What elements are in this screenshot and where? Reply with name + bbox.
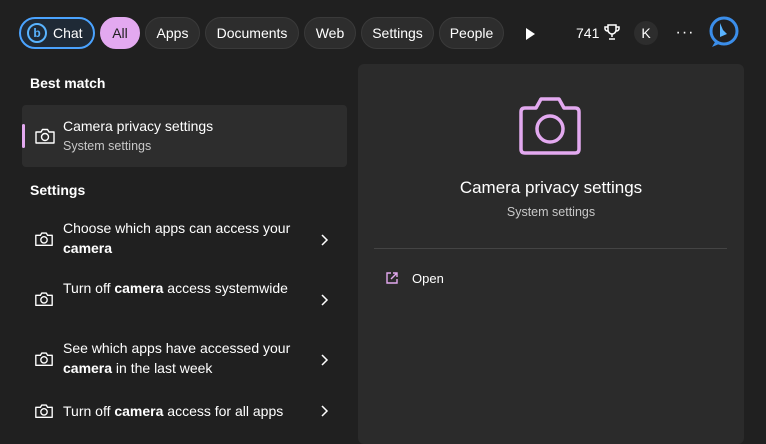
search-filter-bar: b Chat All Apps Documents Web Settings P… xyxy=(0,0,766,64)
all-filter-button[interactable]: All xyxy=(100,17,140,49)
settings-filter-button[interactable]: Settings xyxy=(361,17,434,49)
apps-filter-button[interactable]: Apps xyxy=(145,17,200,49)
web-filter-button[interactable]: Web xyxy=(304,17,356,49)
best-match-heading: Best match xyxy=(30,75,106,91)
more-options-label: ··· xyxy=(675,24,695,41)
bing-chat-icon[interactable] xyxy=(707,15,741,49)
camera-icon xyxy=(34,401,54,421)
best-match-subtitle: System settings xyxy=(63,139,152,153)
open-action[interactable]: Open xyxy=(374,266,574,290)
bing-icon: b xyxy=(27,23,47,43)
chat-filter-label: Chat xyxy=(53,25,83,41)
camera-icon xyxy=(34,289,54,309)
avatar[interactable]: K xyxy=(634,21,658,45)
more-options-icon[interactable]: ··· xyxy=(674,22,696,44)
settings-result-item[interactable]: Choose which apps can access your camera xyxy=(22,211,347,269)
chevron-right-icon xyxy=(318,404,330,418)
camera-icon xyxy=(34,229,54,249)
open-action-label: Open xyxy=(412,270,444,286)
trophy-icon xyxy=(603,23,621,44)
settings-result-label: Turn off camera access systemwide xyxy=(63,280,288,296)
camera-icon xyxy=(516,94,584,158)
selection-indicator xyxy=(22,124,25,148)
documents-filter-button[interactable]: Documents xyxy=(205,17,299,49)
all-filter-label: All xyxy=(112,25,128,41)
best-match-result[interactable]: Camera privacy settings System settings xyxy=(22,105,347,167)
divider xyxy=(374,248,727,249)
apps-filter-label: Apps xyxy=(156,25,189,41)
settings-filter-label: Settings xyxy=(372,25,423,41)
camera-icon xyxy=(34,349,54,369)
chevron-right-icon xyxy=(318,293,330,307)
play-icon[interactable] xyxy=(520,24,540,44)
best-match-title: Camera privacy settings xyxy=(63,118,214,134)
result-detail-panel: Camera privacy settings System settings … xyxy=(358,64,744,444)
settings-heading: Settings xyxy=(30,182,86,198)
documents-filter-label: Documents xyxy=(216,25,288,41)
people-filter-button[interactable]: People xyxy=(439,17,504,49)
detail-title: Camera privacy settings xyxy=(459,178,643,197)
people-filter-label: People xyxy=(449,25,494,41)
chevron-right-icon xyxy=(318,233,330,247)
settings-result-label: See which apps have accessed your camera… xyxy=(63,340,291,376)
points-value: 741 xyxy=(576,25,600,41)
settings-result-item[interactable]: Turn off camera access systemwide xyxy=(22,271,347,329)
chevron-right-icon xyxy=(318,353,330,367)
settings-result-label: Turn off camera access for all apps xyxy=(63,403,284,419)
detail-subtitle: System settings xyxy=(506,205,596,219)
web-filter-label: Web xyxy=(315,25,345,41)
settings-result-label: Choose which apps can access your camera xyxy=(63,220,291,256)
open-external-icon xyxy=(386,272,398,284)
settings-result-item[interactable]: Turn off camera access for all apps xyxy=(22,380,347,430)
chat-filter-button[interactable]: b Chat xyxy=(19,17,95,49)
camera-icon xyxy=(34,125,56,147)
rewards-points[interactable]: 741 xyxy=(576,22,621,44)
avatar-initial: K xyxy=(641,25,651,41)
